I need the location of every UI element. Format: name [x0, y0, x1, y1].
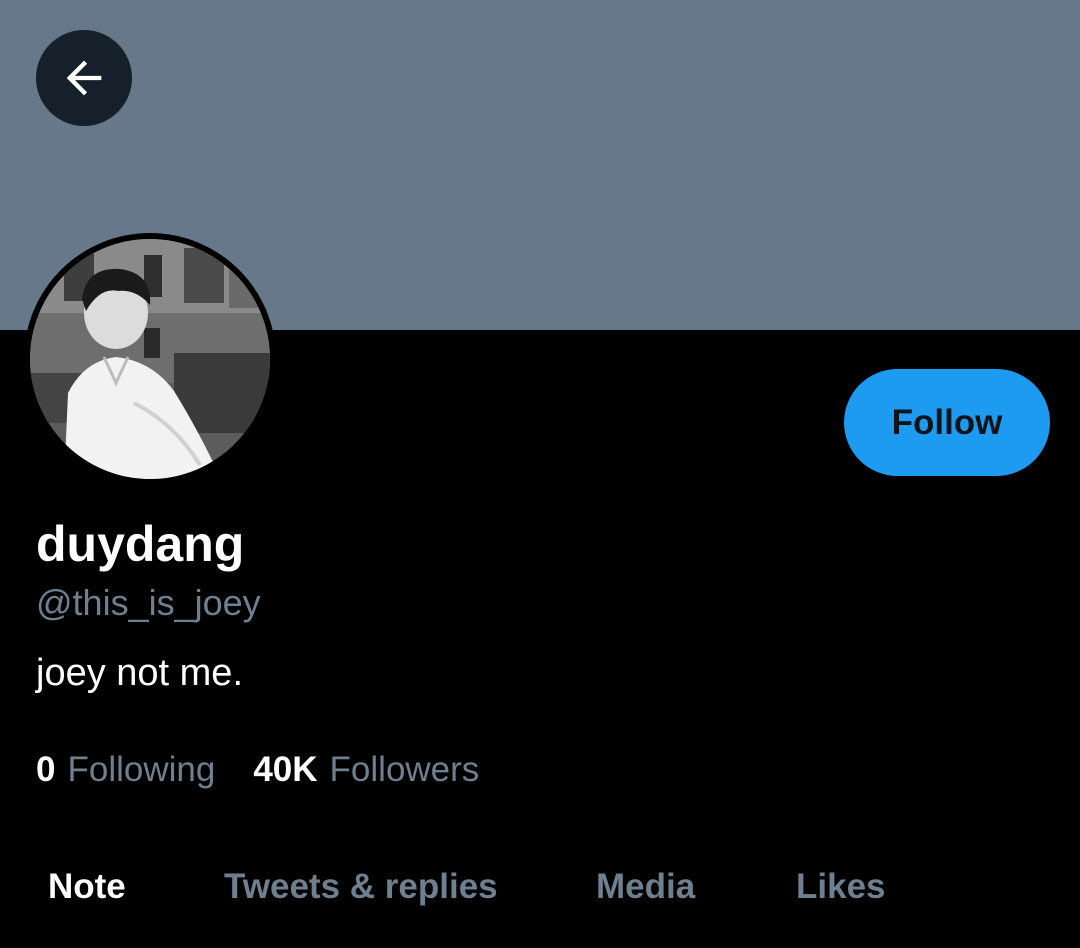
tab-media[interactable]: Media — [596, 860, 695, 914]
profile-photo — [30, 239, 270, 479]
following-link[interactable]: 0 Following — [36, 746, 215, 794]
tab-likes[interactable]: Likes — [796, 860, 886, 914]
follow-button[interactable]: Follow — [844, 369, 1050, 476]
display-name: duydang — [36, 516, 245, 572]
following-count: 0 — [36, 750, 56, 789]
followers-count: 40K — [253, 750, 318, 789]
arrow-left-icon — [66, 60, 102, 96]
tab-tweets-replies[interactable]: Tweets & replies — [224, 860, 498, 914]
avatar[interactable] — [24, 233, 276, 485]
profile-bio: joey not me. — [36, 652, 243, 694]
following-label: Following — [67, 750, 216, 789]
tab-note[interactable]: Note — [48, 860, 126, 914]
followers-label: Followers — [329, 750, 480, 789]
back-button[interactable] — [36, 30, 132, 126]
profile-tabs: Note Tweets & replies Media Likes — [0, 860, 1080, 920]
profile-stats: 0 Following 40K Followers — [36, 746, 517, 794]
profile-handle: @this_is_joey — [36, 582, 261, 623]
followers-link[interactable]: 40K Followers — [253, 746, 479, 794]
